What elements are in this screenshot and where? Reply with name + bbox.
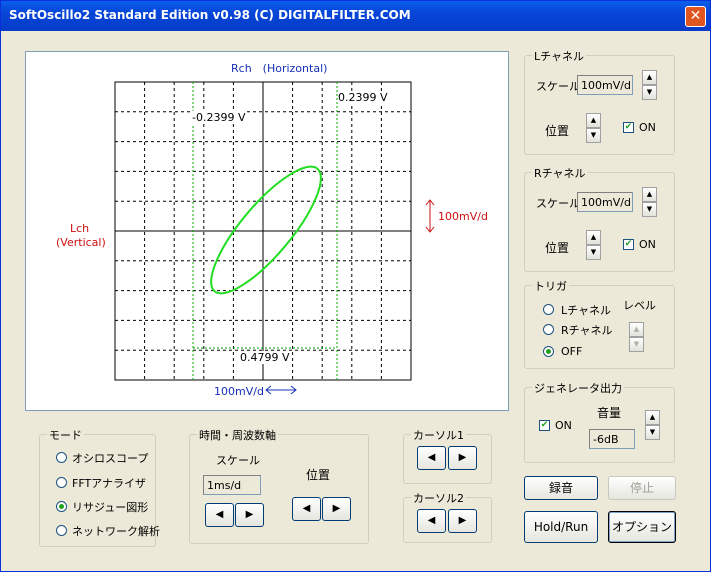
trigger-option-lch: Lチャネル	[561, 304, 612, 317]
rch-group-title: Rチャネル	[532, 165, 588, 181]
lch-on-checkbox[interactable]: ✔	[623, 122, 634, 133]
mode-radio-oscilloscope[interactable]	[56, 452, 67, 463]
trigger-radio-off[interactable]	[543, 346, 554, 357]
rch-on-label: ON	[639, 238, 656, 251]
spin-up-icon[interactable]: ▲	[642, 187, 657, 202]
generator-on-label: ON	[555, 419, 572, 432]
cursor1-group: カーソル1 ◀ ▶	[403, 427, 492, 484]
lch-scale-spinner[interactable]: ▲ ▼	[642, 70, 657, 100]
vertical-scale-label: 100mV/d	[438, 210, 488, 223]
spin-down-icon[interactable]: ▼	[586, 245, 601, 260]
scope-grid	[114, 81, 412, 381]
horizontal-scale-label: 100mV/d	[214, 385, 264, 398]
timefreq-position-right-button[interactable]: ▶	[322, 497, 351, 521]
lch-scale-value: 100mV/d	[577, 75, 633, 95]
horizontal-scale-arrow-icon	[265, 385, 297, 395]
trigger-radio-lch[interactable]	[543, 304, 554, 315]
title-bar[interactable]: SoftOscillo2 Standard Edition v0.98 (C) …	[1, 1, 710, 31]
trigger-level-spinner[interactable]: ▲ ▼	[629, 322, 644, 352]
timefreq-group-title: 時間・周波数軸	[197, 427, 278, 443]
spin-down-icon[interactable]: ▼	[586, 128, 601, 143]
lch-position-label: 位置	[545, 124, 570, 138]
timefreq-scale-right-button[interactable]: ▶	[235, 503, 264, 527]
rch-position-label: 位置	[545, 241, 570, 255]
mode-group-title: モード	[47, 427, 84, 443]
lch-scale-label: スケール	[536, 80, 580, 93]
window-title: SoftOscillo2 Standard Edition v0.98 (C) …	[9, 8, 411, 22]
spin-up-icon[interactable]: ▲	[586, 113, 601, 128]
stop-button[interactable]: 停止	[608, 476, 676, 500]
spin-up-icon[interactable]: ▲	[586, 230, 601, 245]
cursor1-right-button[interactable]: ▶	[448, 446, 477, 470]
mode-group: モード オシロスコープ FFTアナライザ リサジュー図形 ネットワーク解析	[39, 427, 160, 547]
mode-option-lissajous: リサジュー図形	[72, 501, 149, 514]
spin-down-icon[interactable]: ▼	[642, 85, 657, 100]
vertical-scale-arrow-icon	[425, 199, 435, 233]
mode-radio-lissajous[interactable]	[56, 501, 67, 512]
trigger-group: トリガ Lチャネル Rチャネル OFF レベル ▲ ▼	[524, 278, 675, 369]
cursor2-group-title: カーソル2	[411, 490, 466, 506]
lissajous-trace	[210, 165, 322, 295]
spin-up-icon[interactable]: ▲	[629, 322, 644, 337]
vertical-axis-label-lch: Lch	[70, 222, 90, 235]
generator-volume-label: 音量	[597, 406, 622, 420]
cursor2-left-button[interactable]: ◀	[417, 509, 446, 533]
spin-down-icon[interactable]: ▼	[645, 425, 660, 440]
lch-group-title: Lチャネル	[532, 48, 587, 64]
rch-scale-spinner[interactable]: ▲ ▼	[642, 187, 657, 217]
rch-scale-value: 100mV/d	[577, 192, 633, 212]
timefreq-position-label: 位置	[306, 468, 331, 482]
cursor-readout-right: 0.2399 V	[338, 91, 388, 104]
spin-up-icon[interactable]: ▲	[645, 410, 660, 425]
mode-option-fft: FFTアナライザ	[72, 477, 146, 490]
spin-down-icon[interactable]: ▼	[642, 202, 657, 217]
mode-radio-fft[interactable]	[56, 477, 67, 488]
cursor1-left-button[interactable]: ◀	[417, 446, 446, 470]
timefreq-scale-label: スケール	[216, 454, 260, 467]
trigger-group-title: トリガ	[532, 278, 569, 294]
rch-position-spinner[interactable]: ▲ ▼	[586, 230, 601, 260]
horizontal-axis-label: Rch (Horizontal)	[231, 62, 328, 75]
cursor2-group: カーソル2 ◀ ▶	[403, 490, 492, 543]
timefreq-scale-value: 1ms/d	[203, 475, 261, 495]
timefreq-position-left-button[interactable]: ◀	[292, 497, 321, 521]
spin-up-icon[interactable]: ▲	[642, 70, 657, 85]
cursor2-right-button[interactable]: ▶	[448, 509, 477, 533]
lch-group: Lチャネル スケール 100mV/d ▲ ▼ 位置 ▲ ▼ ✔ ON	[524, 48, 675, 155]
trigger-option-rch: Rチャネル	[561, 324, 613, 337]
main-window: SoftOscillo2 Standard Edition v0.98 (C) …	[0, 0, 711, 572]
hold-run-button[interactable]: Hold/Run	[524, 511, 598, 543]
generator-volume-value: -6dB	[589, 429, 635, 449]
timefreq-scale-left-button[interactable]: ◀	[205, 503, 234, 527]
timefreq-group: 時間・周波数軸 スケール 1ms/d 位置 ◀ ▶ ◀ ▶	[189, 427, 369, 544]
generator-volume-spinner[interactable]: ▲ ▼	[645, 410, 660, 440]
rch-scale-label: スケール	[536, 197, 580, 210]
rch-group: Rチャネル スケール 100mV/d ▲ ▼ 位置 ▲ ▼ ✔ ON	[524, 165, 675, 272]
spin-down-icon[interactable]: ▼	[629, 337, 644, 352]
trigger-option-off: OFF	[561, 345, 583, 358]
generator-group-title: ジェネレータ出力	[532, 380, 624, 396]
scope-display: Rch (Horizontal) Lch (Vertical) 100mV/d …	[25, 51, 509, 411]
generator-group: ジェネレータ出力 ✔ ON 音量 -6dB ▲ ▼	[524, 380, 675, 463]
lch-position-spinner[interactable]: ▲ ▼	[586, 113, 601, 143]
lch-on-label: ON	[639, 121, 656, 134]
trigger-radio-rch[interactable]	[543, 324, 554, 335]
mode-option-oscilloscope: オシロスコープ	[72, 452, 149, 465]
vertical-axis-label-vertical: (Vertical)	[56, 236, 106, 249]
record-button[interactable]: 録音	[524, 476, 598, 500]
cursor1-group-title: カーソル1	[411, 427, 466, 443]
option-button[interactable]: オプション	[608, 511, 676, 543]
mode-radio-network[interactable]	[56, 525, 67, 536]
close-button[interactable]: ✕	[685, 6, 706, 27]
cursor-readout-width: 0.4799 V	[240, 351, 290, 364]
mode-option-network: ネットワーク解析	[72, 525, 160, 538]
trigger-level-label: レベル	[623, 299, 656, 312]
cursor-readout-left: -0.2399 V	[192, 111, 246, 124]
generator-on-checkbox[interactable]: ✔	[539, 420, 550, 431]
rch-on-checkbox[interactable]: ✔	[623, 239, 634, 250]
